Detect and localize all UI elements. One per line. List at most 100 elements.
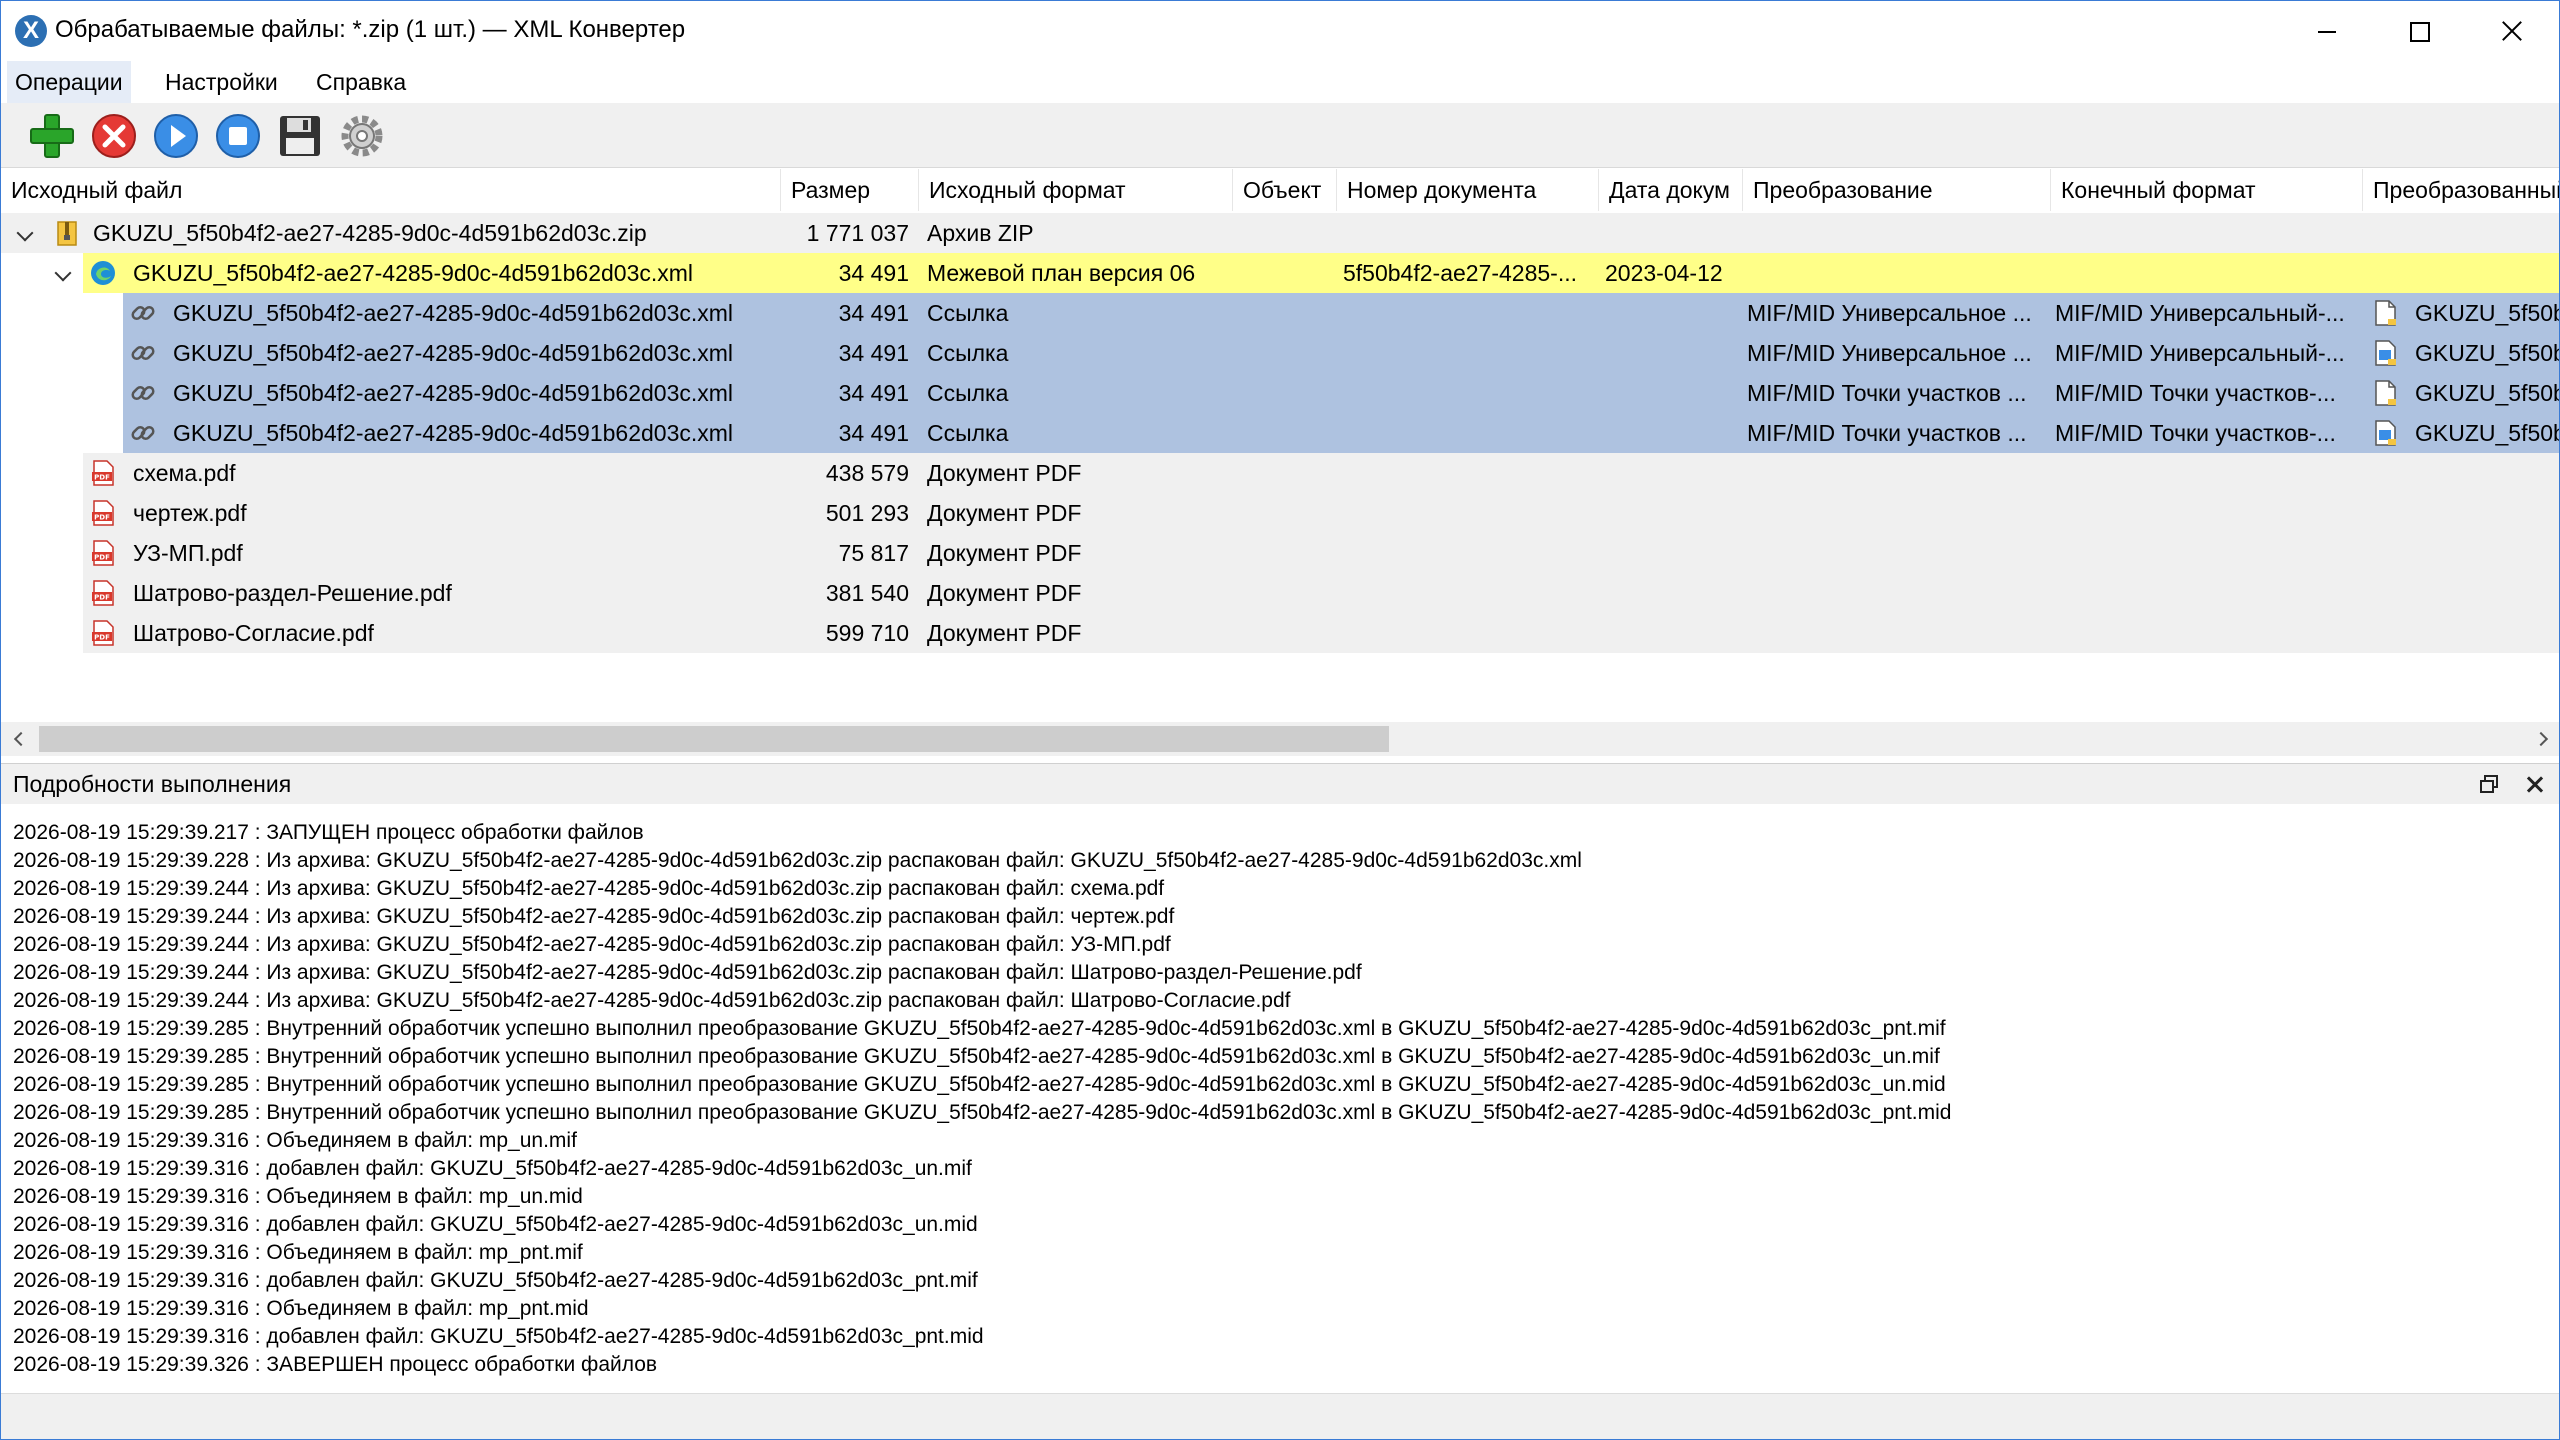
link-icon	[129, 419, 157, 447]
image-document-icon	[2371, 419, 2399, 447]
format-cell: Ссылка	[927, 340, 1009, 366]
log-line: 2026-08-19 15:29:39.244 : Из архива: GKU…	[13, 905, 1175, 928]
maximize-button[interactable]	[2373, 1, 2465, 61]
size-cell: 75 817	[838, 540, 909, 566]
minimize-button[interactable]	[2281, 1, 2373, 61]
column-converted[interactable]: Преобразованный	[2363, 169, 2559, 211]
target-format-cell: MIF/MID Универсальный-...	[2055, 300, 2345, 326]
file-name-cell: GKUZU_5f50b4f2-ae27-4285-9d0c-4d591b62d0…	[173, 380, 734, 406]
size-cell: 438 579	[825, 460, 909, 486]
log-line: 2026-08-19 15:29:39.316 : добавлен файл:…	[13, 1157, 972, 1180]
document-date-cell	[1605, 213, 1739, 253]
file-name-cell: GKUZU_5f50b4f2-ae27-4285-9d0c-4d591b62d0…	[93, 220, 647, 246]
status-bar	[1, 1393, 2559, 1439]
stop-button[interactable]	[213, 111, 263, 161]
format-cell: Документ PDF	[927, 460, 1082, 486]
format-cell: Межевой план версия 06	[927, 260, 1196, 286]
target-format-cell	[2055, 613, 2357, 653]
target-format-cell	[2055, 253, 2357, 293]
add-files-button[interactable]	[27, 111, 77, 161]
svg-text:PDF: PDF	[94, 634, 110, 642]
format-cell: Документ PDF	[927, 500, 1082, 526]
table-row[interactable]: PDF чертеж.pdf 501 293 Документ PDF	[1, 493, 2559, 533]
column-size[interactable]: Размер	[781, 169, 919, 211]
document-date-cell	[1605, 573, 1739, 613]
table-row[interactable]: PDF Шатрово-Согласие.pdf 599 710 Документ P…	[1, 613, 2559, 653]
table-row[interactable]: GKUZU_5f50b4f2-ae27-4285-9d0c-4d591b62d0…	[1, 333, 2559, 373]
zip-icon	[53, 219, 81, 247]
execution-log[interactable]: 2026-08-19 15:29:39.217 : ЗАПУЩЕН процес…	[1, 805, 2559, 1393]
table-row[interactable]: GKUZU_5f50b4f2-ae27-4285-9d0c-4d591b62d0…	[1, 253, 2559, 293]
log-line: 2026-08-19 15:29:39.228 : Из архива: GKU…	[13, 849, 1582, 872]
xml-icon	[89, 259, 117, 287]
svg-text:PDF: PDF	[94, 514, 110, 522]
target-format-cell	[2055, 493, 2357, 533]
table-row[interactable]: GKUZU_5f50b4f2-ae27-4285-9d0c-4d591b62d0…	[1, 213, 2559, 253]
file-name-cell: GKUZU_5f50b4f2-ae27-4285-9d0c-4d591b62d0…	[173, 420, 734, 446]
log-line: 2026-08-19 15:29:39.244 : Из архива: GKU…	[13, 877, 1165, 900]
conversion-cell	[1747, 453, 2045, 493]
close-panel-icon[interactable]	[2523, 772, 2547, 796]
object-cell	[1243, 373, 1333, 413]
conversion-cell: MIF/MID Универсальное ...	[1747, 340, 2032, 366]
column-source-file[interactable]: Исходный файл	[1, 169, 781, 211]
log-line: 2026-08-19 15:29:39.316 : Объединяем в ф…	[13, 1297, 589, 1320]
title-bar[interactable]: X Обрабатываемые файлы: *.zip (1 шт.) — …	[1, 1, 2559, 61]
column-target-format[interactable]: Конечный формат	[2051, 169, 2363, 211]
settings-button[interactable]	[337, 111, 387, 161]
file-tree-grid[interactable]: Исходный файл Размер Исходный формат Объ…	[1, 169, 2559, 719]
table-row[interactable]: GKUZU_5f50b4f2-ae27-4285-9d0c-4d591b62d0…	[1, 373, 2559, 413]
settings-icon	[341, 115, 383, 157]
document-number-cell	[1343, 493, 1593, 533]
log-line: 2026-08-19 15:29:39.217 : ЗАПУЩЕН процес…	[13, 821, 644, 844]
details-panel-title: Подробности выполнения	[13, 771, 292, 797]
save-button[interactable]	[275, 111, 325, 161]
document-icon	[2371, 379, 2399, 407]
document-number-cell	[1343, 453, 1593, 493]
converted-file-cell: GKUZU_5f50b4	[2415, 340, 2559, 366]
target-format-cell: MIF/MID Точки участков-...	[2055, 380, 2336, 406]
close-window-button[interactable]	[2465, 1, 2557, 61]
column-document-date[interactable]: Дата докум	[1599, 169, 1743, 211]
scroll-left-button[interactable]	[1, 722, 35, 756]
table-row[interactable]: PDF УЗ-МП.pdf 75 817 Документ PDF	[1, 533, 2559, 573]
object-cell	[1243, 453, 1333, 493]
document-date-cell	[1605, 293, 1739, 333]
log-line: 2026-08-19 15:29:39.244 : Из архива: GKU…	[13, 961, 1362, 984]
remove-files-button[interactable]	[89, 111, 139, 161]
converted-file-cell	[2415, 453, 2559, 493]
format-cell: Ссылка	[927, 380, 1009, 406]
menu-settings[interactable]: Настройки	[157, 61, 286, 103]
column-document-number[interactable]: Номер документа	[1337, 169, 1599, 211]
menu-help[interactable]: Справка	[308, 61, 414, 103]
restore-panel-icon[interactable]	[2479, 774, 2499, 794]
start-button[interactable]	[151, 111, 201, 161]
table-row[interactable]: GKUZU_5f50b4f2-ae27-4285-9d0c-4d591b62d0…	[1, 293, 2559, 333]
file-name-cell: Шатрово-раздел-Решение.pdf	[133, 580, 452, 606]
table-row[interactable]: PDF схема.pdf 438 579 Документ PDF	[1, 453, 2559, 493]
pdf-icon: PDF	[89, 619, 117, 647]
document-number-cell: 5f50b4f2-ae27-4285-...	[1343, 260, 1578, 286]
menu-operations[interactable]: Операции	[7, 61, 131, 103]
conversion-cell	[1747, 253, 2045, 293]
table-row[interactable]: GKUZU_5f50b4f2-ae27-4285-9d0c-4d591b62d0…	[1, 413, 2559, 453]
document-date-cell	[1605, 413, 1739, 453]
chevron-down-icon[interactable]	[54, 264, 72, 282]
add-icon	[30, 114, 74, 158]
column-conversion[interactable]: Преобразование	[1743, 169, 2051, 211]
object-cell	[1243, 533, 1333, 573]
log-line: 2026-08-19 15:29:39.285 : Внутренний обр…	[13, 1045, 1940, 1068]
log-line: 2026-08-19 15:29:39.316 : добавлен файл:…	[13, 1269, 978, 1292]
conversion-cell	[1747, 613, 2045, 653]
table-row[interactable]: PDF Шатрово-раздел-Решение.pdf 381 540 Доку…	[1, 573, 2559, 613]
column-source-format[interactable]: Исходный формат	[919, 169, 1233, 211]
converted-file-cell	[2415, 493, 2559, 533]
scroll-right-button[interactable]	[2525, 722, 2559, 756]
scroll-thumb[interactable]	[39, 726, 1389, 752]
target-format-cell	[2055, 533, 2357, 573]
object-cell	[1243, 413, 1333, 453]
column-object[interactable]: Объект	[1233, 169, 1337, 211]
log-line: 2026-08-19 15:29:39.316 : добавлен файл:…	[13, 1213, 978, 1236]
horizontal-scrollbar[interactable]	[1, 722, 2559, 756]
save-icon	[280, 116, 320, 156]
